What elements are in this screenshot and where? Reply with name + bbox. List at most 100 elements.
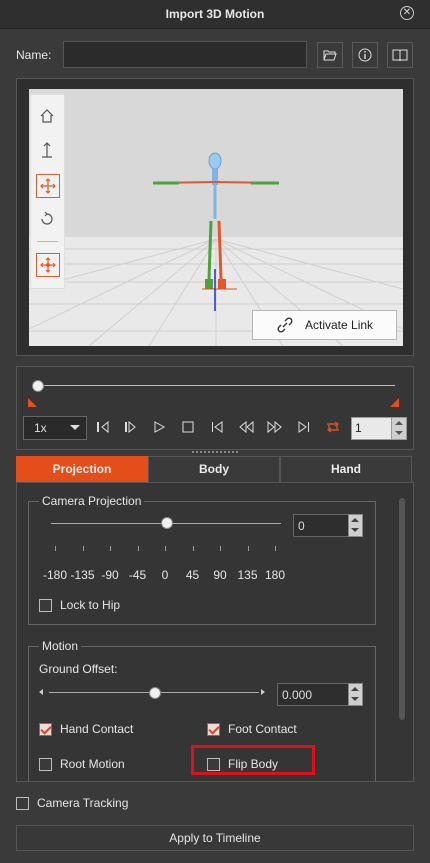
ground-offset-input[interactable]: 0.000 (277, 683, 349, 706)
stop-icon (182, 421, 194, 433)
flip-body-label: Flip Body (228, 757, 279, 771)
activate-link-label: Activate Link (305, 318, 374, 332)
chevron-down-icon (70, 425, 80, 430)
scale-tick-mark (137, 546, 139, 551)
arrow-up-down-icon (42, 142, 52, 158)
ground-offset-value: 0.000 (282, 688, 313, 702)
stepper-down-icon[interactable] (351, 528, 359, 532)
link-icon (277, 317, 293, 333)
scale-tick-label: 135 (237, 568, 258, 582)
tab-hand[interactable]: Hand (280, 456, 412, 483)
loop-button[interactable] (322, 416, 344, 438)
scale-tick-mark (275, 546, 276, 551)
stepper-up-icon[interactable] (395, 421, 403, 425)
fast-forward-button[interactable] (264, 416, 286, 438)
lock-to-hip-checkbox[interactable]: Lock to Hip (39, 598, 120, 612)
pan-icon (40, 257, 56, 273)
timeline-track[interactable] (37, 385, 395, 386)
folder-open-button[interactable] (317, 42, 343, 68)
hand-contact-checkbox[interactable]: Hand Contact (39, 722, 133, 736)
flip-body-box[interactable] (207, 757, 220, 771)
slider-left-arrow-icon[interactable] (39, 689, 43, 695)
foot-contact-label: Foot Contact (228, 722, 297, 736)
camera-projection-value: 0 (298, 519, 305, 533)
camera-projection-stepper[interactable] (348, 514, 363, 537)
loop-icon (326, 421, 340, 433)
stepper-up-icon[interactable] (351, 518, 359, 522)
motion-title: Motion (39, 639, 82, 653)
close-icon[interactable]: ✕ (400, 6, 414, 20)
scene-3d (29, 89, 403, 346)
speed-value: 1x (34, 421, 47, 435)
prev-key-button[interactable] (92, 416, 114, 438)
stepper-down-icon[interactable] (351, 697, 359, 701)
root-motion-checkbox[interactable]: Root Motion (39, 757, 125, 771)
root-motion-box[interactable] (39, 757, 52, 771)
lock-to-hip-label: Lock to Hip (60, 598, 121, 612)
scale-tick-mark (82, 546, 84, 551)
flip-body-checkbox[interactable]: Flip Body (207, 757, 278, 771)
activate-link-button[interactable]: Activate Link (252, 310, 397, 340)
ground-offset-slider-thumb[interactable] (149, 687, 161, 699)
hand-contact-label: Hand Contact (60, 722, 134, 736)
speed-select[interactable]: 1x (23, 416, 87, 440)
timeline-scrubber[interactable] (32, 380, 44, 392)
stepper-up-icon[interactable] (351, 687, 359, 691)
camera-tracking-checkbox[interactable]: Camera Tracking (16, 796, 128, 810)
tab-bar: Projection Body Hand (16, 456, 412, 483)
scale-tick-mark (247, 546, 249, 551)
rewind-icon (239, 420, 254, 434)
camera-toolbar (30, 94, 65, 289)
settings-panel: Camera Projection 0 -180 -135 -90 -45 0 45 90 1… (16, 482, 414, 782)
go-end-button[interactable] (293, 416, 315, 438)
ground-offset-label: Ground Offset: (39, 662, 118, 676)
scale-tick-label: -90 (101, 568, 119, 582)
pan-view-button[interactable] (36, 253, 60, 277)
fit-view-button[interactable] (36, 140, 58, 162)
prev-key-icon (97, 420, 109, 434)
move-arrows-icon (40, 178, 56, 194)
foot-contact-box[interactable] (207, 722, 220, 736)
go-end-icon (298, 421, 309, 433)
home-view-button[interactable] (36, 105, 58, 127)
tab-body[interactable]: Body (148, 456, 280, 483)
splitter-handle[interactable] (192, 451, 238, 455)
scale-tick-label: -180 (42, 568, 68, 582)
camera-projection-slider-thumb[interactable] (161, 517, 173, 529)
camera-tracking-label: Camera Tracking (37, 796, 129, 810)
next-key-button[interactable] (120, 416, 142, 438)
home-icon (40, 109, 54, 123)
go-start-button[interactable] (206, 416, 228, 438)
scale-tick-mark (55, 546, 56, 551)
panel-scrollbar[interactable] (399, 498, 405, 720)
title-bar: Import 3D Motion ✕ (0, 0, 430, 29)
camera-projection-input[interactable]: 0 (293, 514, 349, 537)
stepper-down-icon[interactable] (395, 431, 403, 435)
ground-offset-stepper[interactable] (348, 683, 363, 706)
stop-button[interactable] (177, 416, 199, 438)
camera-tracking-box[interactable] (16, 796, 29, 810)
name-input[interactable] (63, 41, 307, 68)
scale-tick-mark (192, 546, 194, 551)
loop-count-input[interactable]: 1 (351, 417, 393, 440)
scene-view[interactable] (29, 89, 403, 346)
foot-contact-checkbox[interactable]: Foot Contact (207, 722, 297, 736)
toolbar-divider (37, 241, 58, 242)
move-view-button[interactable] (36, 174, 60, 198)
window-title: Import 3D Motion (165, 7, 265, 21)
info-button[interactable] (352, 42, 378, 68)
apply-to-timeline-button[interactable]: Apply to Timeline (16, 825, 414, 851)
scale-tick-mark (110, 546, 111, 551)
range-end-marker[interactable] (390, 398, 399, 407)
lock-to-hip-box[interactable] (39, 598, 52, 612)
scale-tick-label: 0 (161, 568, 169, 582)
play-button[interactable] (148, 416, 170, 438)
slider-right-arrow-icon[interactable] (261, 689, 265, 695)
manual-button[interactable] (387, 42, 413, 68)
tab-projection[interactable]: Projection (16, 456, 148, 483)
hand-contact-box[interactable] (39, 722, 52, 736)
range-start-marker[interactable] (28, 398, 37, 407)
loop-count-stepper[interactable] (391, 417, 407, 440)
rotate-view-button[interactable] (36, 208, 58, 230)
rewind-button[interactable] (235, 416, 257, 438)
